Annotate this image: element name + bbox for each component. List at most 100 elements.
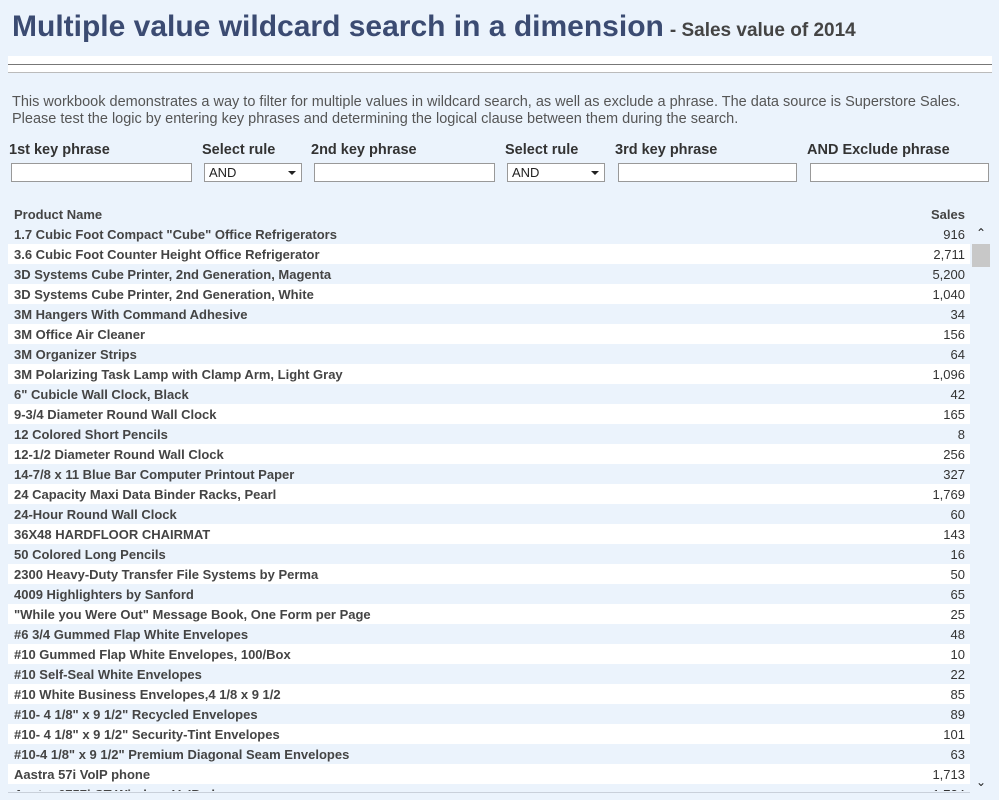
chevron-down-icon xyxy=(591,171,599,175)
product-name-cell: 14-7/8 x 11 Blue Bar Computer Printout P… xyxy=(14,467,295,482)
sales-cell: 60 xyxy=(950,507,965,522)
table-row[interactable]: 3M Polarizing Task Lamp with Clamp Arm, … xyxy=(8,364,970,384)
product-name-cell: 12-1/2 Diameter Round Wall Clock xyxy=(14,447,224,462)
chevron-down-icon xyxy=(288,171,296,175)
product-name-cell: 24-Hour Round Wall Clock xyxy=(14,507,177,522)
table-row[interactable]: #10 White Business Envelopes,4 1/8 x 9 1… xyxy=(8,684,970,704)
table-row[interactable]: #10 Gummed Flap White Envelopes, 100/Box… xyxy=(8,644,970,664)
table-row[interactable]: 3M Office Air Cleaner 156 xyxy=(8,324,970,344)
table-row[interactable]: "While you Were Out" Message Book, One F… xyxy=(8,604,970,624)
select-rule-1-dropdown[interactable]: AND xyxy=(204,163,302,182)
product-name-cell: 3M Office Air Cleaner xyxy=(14,327,146,342)
table-row[interactable]: 2300 Heavy-Duty Transfer File Systems by… xyxy=(8,564,970,584)
exclude-phrase-label: AND Exclude phrase xyxy=(807,142,950,158)
sales-cell: 1,096 xyxy=(932,367,965,382)
table-row[interactable]: 6" Cubicle Wall Clock, Black 42 xyxy=(8,384,970,404)
product-name-cell: 1.7 Cubic Foot Compact "Cube" Office Ref… xyxy=(14,227,337,242)
sales-cell: 2,711 xyxy=(933,247,965,262)
filter-exclude-phrase: AND Exclude phrase xyxy=(807,142,989,182)
scroll-thumb[interactable] xyxy=(972,244,990,267)
sales-cell: 1,769 xyxy=(932,487,965,502)
key-phrase-1-label: 1st key phrase xyxy=(9,142,110,158)
table-row[interactable]: 3M Hangers With Command Adhesive 34 xyxy=(8,304,970,324)
key-phrase-1-input[interactable] xyxy=(11,163,192,182)
table-row[interactable]: Aastra 6757i CT Wireless VoIP phone 1,724 xyxy=(8,784,970,791)
product-name-cell: #10 Self-Seal White Envelopes xyxy=(14,667,202,682)
table-row[interactable]: 4009 Highlighters by Sanford 65 xyxy=(8,584,970,604)
filter-select-rule-1: Select rule AND xyxy=(202,142,302,182)
sales-cell: 8 xyxy=(957,427,965,442)
table-row[interactable]: Aastra 57i VoIP phone 1,713 xyxy=(8,764,970,784)
sales-cell: 42 xyxy=(950,387,965,402)
table-row[interactable]: 12-1/2 Diameter Round Wall Clock 256 xyxy=(8,444,970,464)
table-row[interactable]: #10- 4 1/8" x 9 1/2" Security-Tint Envel… xyxy=(8,724,970,744)
title-bar: Multiple value wildcard search in a dime… xyxy=(0,0,999,54)
product-name-cell: #10 Gummed Flap White Envelopes, 100/Box xyxy=(14,647,291,662)
sales-cell: 85 xyxy=(950,687,965,702)
filter-key-phrase-3: 3rd key phrase xyxy=(615,142,797,182)
product-name-cell: "While you Were Out" Message Book, One F… xyxy=(14,607,371,622)
sales-cell: 1,724 xyxy=(932,787,965,791)
vertical-scrollbar[interactable]: ⌃ ⌄ xyxy=(971,224,991,791)
dashboard-page: Multiple value wildcard search in a dime… xyxy=(0,0,999,800)
chevron-down-icon[interactable]: ⌄ xyxy=(971,773,991,791)
sales-cell: 25 xyxy=(950,607,965,622)
table-row[interactable]: 36X48 HARDFLOOR CHAIRMAT 143 xyxy=(8,524,970,544)
table-row[interactable]: 3D Systems Cube Printer, 2nd Generation,… xyxy=(8,264,970,284)
product-name-cell: #10 White Business Envelopes,4 1/8 x 9 1… xyxy=(14,687,281,702)
key-phrase-2-input[interactable] xyxy=(314,163,495,182)
table-row[interactable]: 3.6 Cubic Foot Counter Height Office Ref… xyxy=(8,244,970,264)
key-phrase-3-input[interactable] xyxy=(618,163,797,182)
product-name-cell: 9-3/4 Diameter Round Wall Clock xyxy=(14,407,217,422)
table-row[interactable]: #10 Self-Seal White Envelopes 22 xyxy=(8,664,970,684)
product-name-cell: 3D Systems Cube Printer, 2nd Generation,… xyxy=(14,267,332,282)
select-rule-1-label: Select rule xyxy=(202,142,276,158)
sales-cell: 89 xyxy=(950,707,965,722)
column-header-product-name[interactable]: Product Name xyxy=(14,207,102,222)
table-body: 1.7 Cubic Foot Compact "Cube" Office Ref… xyxy=(8,224,970,791)
table-row[interactable]: 1.7 Cubic Foot Compact "Cube" Office Ref… xyxy=(8,224,970,244)
chevron-up-icon[interactable]: ⌃ xyxy=(971,224,991,242)
sales-cell: 34 xyxy=(950,307,965,322)
sales-cell: 65 xyxy=(950,587,965,602)
sales-cell: 165 xyxy=(943,407,965,422)
sales-cell: 327 xyxy=(943,467,965,482)
description-text: This workbook demonstrates a way to filt… xyxy=(12,94,961,127)
table-row[interactable]: #6 3/4 Gummed Flap White Envelopes 48 xyxy=(8,624,970,644)
sales-cell: 1,040 xyxy=(932,287,965,302)
divider-line-secondary xyxy=(8,72,992,73)
filter-key-phrase-1: 1st key phrase xyxy=(9,142,192,182)
table-row[interactable]: 9-3/4 Diameter Round Wall Clock 165 xyxy=(8,404,970,424)
key-phrase-3-label: 3rd key phrase xyxy=(615,142,718,158)
product-name-cell: 12 Colored Short Pencils xyxy=(14,427,168,442)
product-name-cell: Aastra 6757i CT Wireless VoIP phone xyxy=(14,787,242,791)
exclude-phrase-input[interactable] xyxy=(810,163,989,182)
product-name-cell: 4009 Highlighters by Sanford xyxy=(14,587,194,602)
table-row[interactable]: 24 Capacity Maxi Data Binder Racks, Pear… xyxy=(8,484,970,504)
table-row[interactable]: 12 Colored Short Pencils 8 xyxy=(8,424,970,444)
sales-cell: 10 xyxy=(950,647,965,662)
product-name-cell: #10- 4 1/8" x 9 1/2" Recycled Envelopes xyxy=(14,707,258,722)
table-row[interactable]: 14-7/8 x 11 Blue Bar Computer Printout P… xyxy=(8,464,970,484)
table-row[interactable]: 24-Hour Round Wall Clock 60 xyxy=(8,504,970,524)
title-text: Multiple value wildcard search in a dime… xyxy=(12,10,664,43)
select-rule-2-value: AND xyxy=(512,165,540,180)
table-row[interactable]: #10- 4 1/8" x 9 1/2" Recycled Envelopes 8… xyxy=(8,704,970,724)
select-rule-2-dropdown[interactable]: AND xyxy=(507,163,605,182)
table-row[interactable]: 3D Systems Cube Printer, 2nd Generation,… xyxy=(8,284,970,304)
sales-cell: 63 xyxy=(950,747,965,762)
table-row[interactable]: #10-4 1/8" x 9 1/2" Premium Diagonal Sea… xyxy=(8,744,970,764)
product-name-cell: 3M Organizer Strips xyxy=(14,347,137,362)
product-name-cell: 3M Hangers With Command Adhesive xyxy=(14,307,248,322)
sales-cell: 156 xyxy=(943,327,965,342)
divider-line xyxy=(8,64,992,65)
product-name-cell: Aastra 57i VoIP phone xyxy=(14,767,151,782)
table-row[interactable]: 50 Colored Long Pencils 16 xyxy=(8,544,970,564)
filter-select-rule-2: Select rule AND xyxy=(505,142,605,182)
table-row[interactable]: 3M Organizer Strips 64 xyxy=(8,344,970,364)
product-name-cell: 3D Systems Cube Printer, 2nd Generation,… xyxy=(14,287,314,302)
sales-cell: 50 xyxy=(950,567,965,582)
sales-cell: 1,713 xyxy=(932,767,965,782)
table-header: Product Name Sales xyxy=(8,205,970,225)
column-header-sales[interactable]: Sales xyxy=(931,207,965,222)
